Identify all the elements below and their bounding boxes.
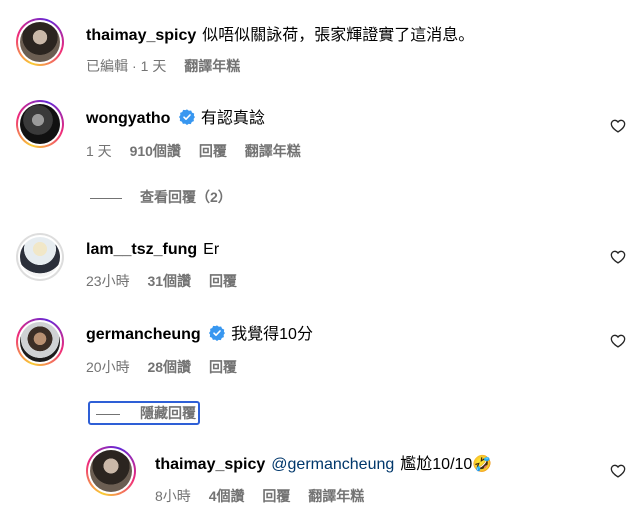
comment-meta: 1 天 910個讚 回覆 翻譯年糕 (86, 142, 315, 160)
likes-count[interactable]: 4個讚 (209, 488, 245, 504)
comment-line: thaimay_spicy @germancheung 尷尬10/10🤣 (155, 455, 492, 475)
likes-count[interactable]: 28個讚 (147, 359, 191, 375)
comment-meta: 已編輯 · 1 天 翻譯年糕 (86, 57, 254, 75)
likes-count[interactable]: 31個讚 (147, 273, 191, 289)
username-link[interactable]: lam__tsz_fung (86, 241, 197, 258)
comment-line: wongyatho 有認真諗 (86, 109, 265, 129)
comment-time[interactable]: 20小時 (86, 359, 130, 375)
username-link[interactable]: thaimay_spicy (155, 456, 265, 473)
reply-button[interactable]: 回覆 (209, 273, 237, 289)
avatar[interactable] (16, 318, 64, 366)
comment-time[interactable]: 8小時 (155, 488, 191, 504)
heart-outline-icon[interactable] (610, 333, 626, 349)
mention-link[interactable]: @germancheung (271, 456, 394, 473)
comment-meta: 23小時 31個讚 回覆 (86, 272, 251, 290)
avatar[interactable] (16, 233, 64, 281)
comment-meta: 20小時 28個讚 回覆 (86, 358, 251, 376)
verified-badge-icon (209, 325, 226, 341)
reply-button[interactable]: 回覆 (262, 488, 290, 504)
reply-button[interactable]: 回覆 (209, 359, 237, 375)
reply-button[interactable]: 回覆 (199, 143, 227, 159)
comment-line: thaimay_spicy 似唔似關詠荷，張家輝證實了這消息。 (86, 26, 474, 46)
comment-line: lam__tsz_fung Er (86, 240, 219, 260)
divider-line (90, 197, 122, 199)
comment-text: 有認真諗 (200, 110, 265, 127)
likes-count[interactable]: 910個讚 (130, 143, 181, 159)
comment-time[interactable]: 1 天 (141, 58, 167, 74)
avatar[interactable] (86, 446, 136, 496)
username-link[interactable]: thaimay_spicy (86, 27, 196, 44)
edited-label: 已編輯 (86, 58, 128, 74)
comment-meta: 8小時 4個讚 回覆 翻譯年糕 (155, 487, 378, 505)
translate-button[interactable]: 翻譯年糕 (245, 143, 301, 159)
username-link[interactable]: wongyatho (86, 110, 170, 127)
comment-text: 我覺得10分 (231, 326, 313, 343)
comment-time[interactable]: 1 天 (86, 143, 112, 159)
avatar[interactable] (16, 18, 64, 66)
comment-time[interactable]: 23小時 (86, 273, 130, 289)
divider-line (96, 413, 120, 415)
username-link[interactable]: germancheung (86, 326, 201, 343)
avatar[interactable] (16, 100, 64, 148)
hide-replies-button[interactable]: 隱藏回覆 (88, 401, 200, 425)
comment-text: 尷尬10/10🤣 (400, 456, 493, 473)
comment-line: germancheung 我覺得10分 (86, 325, 313, 345)
translate-button[interactable]: 翻譯年糕 (184, 58, 240, 74)
heart-outline-icon[interactable] (610, 463, 626, 479)
translate-button[interactable]: 翻譯年糕 (308, 488, 364, 504)
view-replies-button[interactable]: 查看回覆（2） (90, 188, 232, 206)
comment-text: 似唔似關詠荷，張家輝證實了這消息。 (202, 27, 475, 44)
heart-outline-icon[interactable] (610, 249, 626, 265)
verified-badge-icon (178, 109, 195, 125)
heart-outline-icon[interactable] (610, 118, 626, 134)
separator: · (132, 58, 137, 74)
comment-text: Er (203, 241, 220, 258)
